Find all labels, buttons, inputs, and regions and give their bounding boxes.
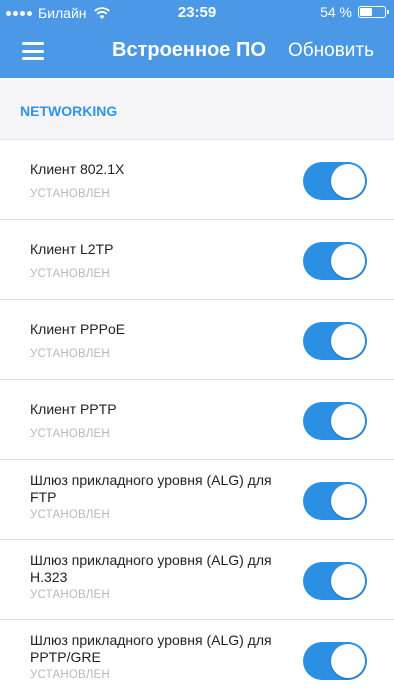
battery-percent: 54 % xyxy=(320,4,352,20)
toggle-knob xyxy=(331,404,365,438)
item-status: УСТАНОВЛЕН xyxy=(30,188,110,200)
menu-icon[interactable] xyxy=(22,42,44,60)
page-title: Встроенное ПО xyxy=(112,39,266,61)
top-bar: Билайн 23:59 54 % Встроенное ПО Обновить xyxy=(0,0,394,78)
toggle-knob xyxy=(331,644,365,678)
list-item: Шлюз прикладного уровня (ALG) для PPTP/G… xyxy=(0,620,394,700)
list-item: Клиент PPPoE УСТАНОВЛЕН xyxy=(0,300,394,380)
item-toggle[interactable] xyxy=(303,402,367,440)
item-name: Клиент PPPoE xyxy=(30,321,126,337)
list-item: Шлюз прикладного уровня (ALG) для H.323 … xyxy=(0,540,394,620)
item-name: Шлюз прикладного уровня (ALG) для PPTP/G… xyxy=(30,632,272,665)
list-item: Шлюз прикладного уровня (ALG) для FTP УС… xyxy=(0,460,394,540)
item-status: УСТАНОВЛЕН xyxy=(30,589,110,601)
refresh-button[interactable]: Обновить xyxy=(288,40,374,62)
list-item: Клиент PPTP УСТАНОВЛЕН xyxy=(0,380,394,460)
toggle-knob xyxy=(331,484,365,518)
item-toggle[interactable] xyxy=(303,242,367,280)
toggle-knob xyxy=(331,164,365,198)
item-name: Шлюз прикладного уровня (ALG) для FTP xyxy=(30,472,272,505)
item-toggle[interactable] xyxy=(303,562,367,600)
toggle-knob xyxy=(331,324,365,358)
item-toggle[interactable] xyxy=(303,482,367,520)
status-bar: Билайн 23:59 54 % xyxy=(0,0,394,26)
item-name: Клиент PPTP xyxy=(30,401,117,417)
item-name: Клиент L2TP xyxy=(30,241,114,257)
toggle-knob xyxy=(331,564,365,598)
section-header: NETWORKING xyxy=(0,78,394,140)
status-right: 54 % xyxy=(320,4,389,20)
item-name: Клиент 802.1X xyxy=(30,161,125,177)
navigation-bar: Встроенное ПО Обновить xyxy=(0,28,394,76)
item-toggle[interactable] xyxy=(303,642,367,680)
list-item: Клиент L2TP УСТАНОВЛЕН xyxy=(0,220,394,300)
item-status: УСТАНОВЛЕН xyxy=(30,669,110,681)
item-status: УСТАНОВЛЕН xyxy=(30,268,110,280)
firmware-list: Клиент 802.1X УСТАНОВЛЕН Клиент L2TP УСТ… xyxy=(0,140,394,700)
item-toggle[interactable] xyxy=(303,322,367,360)
item-status: УСТАНОВЛЕН xyxy=(30,428,110,440)
battery-icon xyxy=(358,6,389,18)
item-toggle[interactable] xyxy=(303,162,367,200)
item-status: УСТАНОВЛЕН xyxy=(30,348,110,360)
battery-fill xyxy=(360,8,373,16)
section-title: NETWORKING xyxy=(20,103,118,119)
list-item: Клиент 802.1X УСТАНОВЛЕН xyxy=(0,140,394,220)
toggle-knob xyxy=(331,244,365,278)
item-status: УСТАНОВЛЕН xyxy=(30,509,110,521)
item-name: Шлюз прикладного уровня (ALG) для H.323 xyxy=(30,552,272,585)
